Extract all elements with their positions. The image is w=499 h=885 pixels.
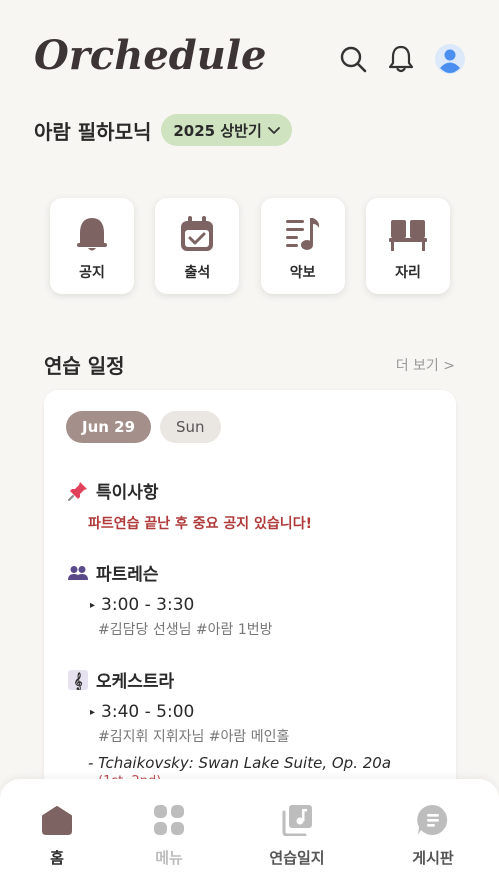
- event-title: 파트레슨: [96, 565, 159, 585]
- chevron-down-icon: [267, 121, 280, 139]
- music-library-icon: [280, 803, 314, 837]
- org-name: 아람 필하모닉: [34, 119, 152, 144]
- board-icon: [416, 803, 450, 837]
- org-row: 아람 필하모닉 2025 상반기: [34, 114, 292, 146]
- event-time: 3:40 - 5:00: [101, 702, 195, 722]
- user-avatar-icon[interactable]: [433, 42, 467, 76]
- event-tags: #김지휘 지휘자님 #아람 메인홀: [98, 729, 290, 745]
- nav-label: 메뉴: [155, 849, 183, 867]
- bell-icon[interactable]: [384, 42, 418, 76]
- grid-menu-icon: [152, 803, 186, 837]
- treble-clef-icon: 𝄞: [68, 669, 88, 690]
- quick-item-score[interactable]: 악보: [260, 198, 345, 294]
- quick-item-notice[interactable]: 공지: [50, 198, 134, 294]
- quick-item-label: 자리: [395, 265, 421, 281]
- bottom-nav: 홈 메뉴 연습일지 게시판: [0, 779, 499, 885]
- event-tags: #김담당 선생님 #아람 1번방: [98, 622, 273, 638]
- calendar-check-icon: [175, 212, 219, 256]
- event-time: 3:00 - 3:30: [101, 595, 195, 615]
- schedule-card: Jun 29 Sun 특이사항 파트연습 끝난 후 중요 공지 있습니다! 파트…: [44, 390, 456, 810]
- event-notice: 특이사항 파트연습 끝난 후 중요 공지 있습니다!: [68, 478, 312, 533]
- people-icon: [68, 563, 88, 583]
- quick-item-label: 악보: [289, 265, 316, 281]
- event-title: 오케스트라: [96, 672, 175, 692]
- event-piece: - Tchaikovsky: Swan Lake Suite, Op. 20a: [88, 754, 392, 772]
- quick-item-seat[interactable]: 자리: [365, 198, 450, 294]
- event-orchestra: 𝄞 오케스트라 ▸ 3:40 - 5:00 #김지휘 지휘자님 #아람 메인홀 …: [68, 667, 391, 789]
- nav-item-board[interactable]: 게시판: [383, 803, 483, 868]
- season-label: 2025 상반기: [173, 121, 262, 140]
- quick-menu: 공지 출석 악보 자리: [50, 198, 450, 294]
- nav-label: 연습일지: [269, 849, 325, 867]
- nav-item-home[interactable]: 홈: [7, 803, 107, 868]
- date-pill[interactable]: Jun 29: [66, 411, 152, 443]
- nav-item-menu[interactable]: 메뉴: [119, 803, 219, 868]
- music-note-icon: [281, 212, 325, 256]
- event-title: 특이사항: [96, 483, 159, 503]
- event-notice-text: 파트연습 끝난 후 중요 공지 있습니다!: [88, 516, 312, 532]
- svg-text:𝄞: 𝄞: [74, 672, 83, 690]
- home-icon: [40, 803, 74, 837]
- quick-item-attendance[interactable]: 출석: [155, 198, 240, 294]
- triangle-bullet-icon: ▸: [90, 599, 96, 611]
- day-pill[interactable]: Sun: [160, 411, 221, 443]
- event-part-lesson: 파트레슨 ▸ 3:00 - 3:30 #김담당 선생님 #아람 1번방: [68, 560, 273, 639]
- season-selector[interactable]: 2025 상반기: [161, 114, 292, 146]
- pushpin-icon: [68, 481, 88, 501]
- app-logo: Orchedule: [34, 32, 267, 79]
- quick-item-label: 공지: [79, 265, 105, 281]
- quick-item-label: 출석: [184, 265, 211, 281]
- triangle-bullet-icon: ▸: [90, 706, 96, 718]
- schedule-more-link[interactable]: 더 보기 >: [396, 355, 455, 375]
- nav-label: 홈: [50, 849, 64, 867]
- search-icon[interactable]: [336, 42, 370, 76]
- schedule-section-title: 연습 일정: [44, 354, 125, 378]
- app-header: Orchedule: [0, 0, 499, 110]
- seat-icon: [386, 212, 430, 256]
- nav-item-practice-log[interactable]: 연습일지: [247, 803, 347, 868]
- nav-label: 게시판: [412, 849, 454, 867]
- bell-icon: [70, 212, 114, 256]
